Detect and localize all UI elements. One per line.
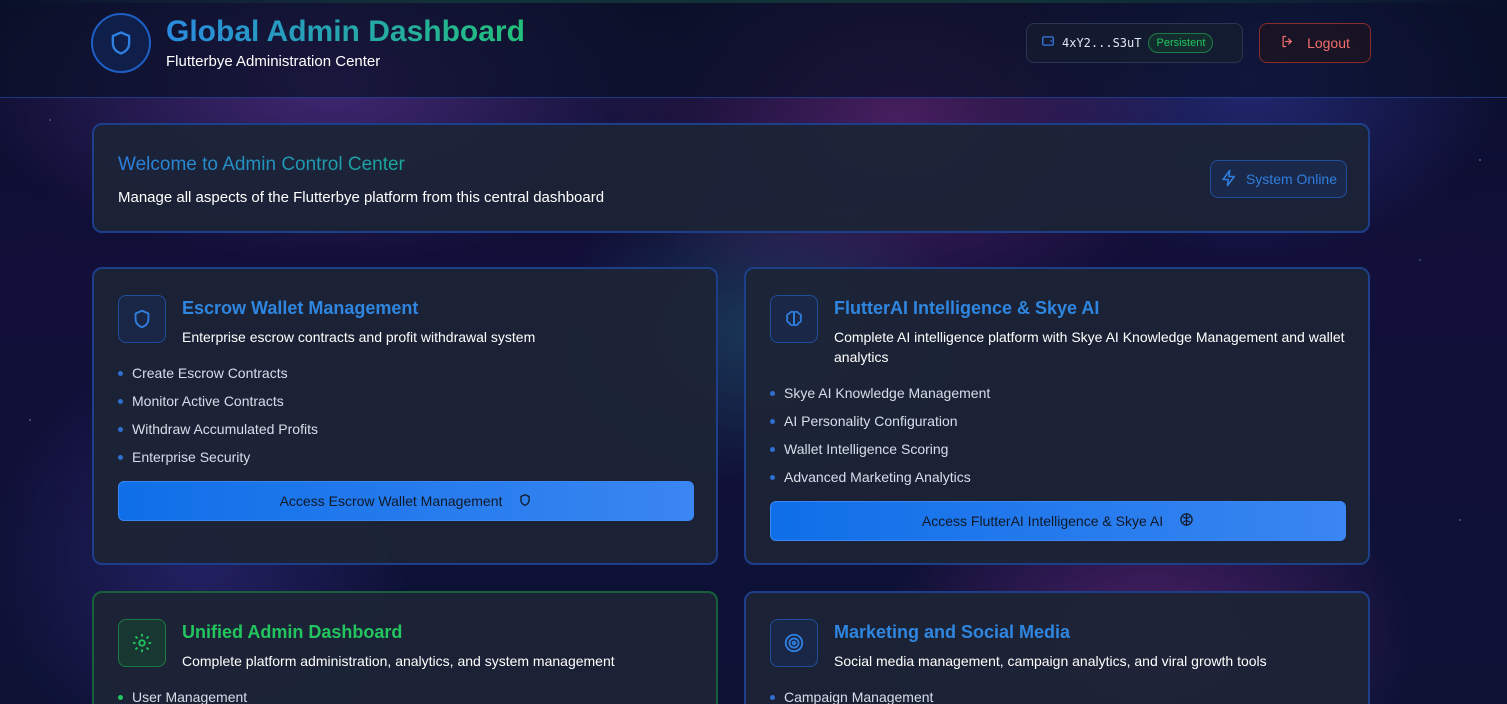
brain-icon xyxy=(770,295,818,343)
card-unified-admin: Unified Admin Dashboard Complete platfor… xyxy=(92,591,718,704)
access-flutterai-button[interactable]: Access FlutterAI Intelligence & Skye AI xyxy=(770,501,1346,541)
card-description: Complete AI intelligence platform with S… xyxy=(834,329,1345,365)
feature-item: User Management xyxy=(118,687,247,704)
action-label: Access Escrow Wallet Management xyxy=(279,493,503,509)
welcome-panel: Welcome to Admin Control Center Manage a… xyxy=(92,123,1370,233)
feature-list: Create Escrow Contracts Monitor Active C… xyxy=(118,363,318,475)
access-escrow-button[interactable]: Access Escrow Wallet Management xyxy=(118,481,694,521)
feature-item: Campaign Management xyxy=(770,687,933,704)
welcome-title: Welcome to Admin Control Center xyxy=(118,154,405,175)
wallet-icon xyxy=(1041,34,1055,53)
feature-item: Create Escrow Contracts xyxy=(118,363,318,391)
action-label: Access FlutterAI Intelligence & Skye AI xyxy=(921,513,1164,529)
shield-icon xyxy=(118,295,166,343)
feature-item: Monitor Active Contracts xyxy=(118,391,318,419)
feature-item: Withdraw Accumulated Profits xyxy=(118,419,318,447)
welcome-description: Manage all aspects of the Flutterbye pla… xyxy=(118,189,605,206)
target-icon xyxy=(770,619,818,667)
card-title: FlutterAI Intelligence & Skye AI xyxy=(834,298,1100,318)
wallet-indicator[interactable]: 4xY2...S3uT Persistent xyxy=(1026,23,1243,63)
feature-item: Advanced Marketing Analytics xyxy=(770,467,990,495)
feature-list: User Management xyxy=(118,687,247,704)
card-escrow-wallet: Escrow Wallet Management Enterprise escr… xyxy=(92,267,718,565)
lightning-icon xyxy=(1220,169,1238,190)
feature-list: Skye AI Knowledge Management AI Personal… xyxy=(770,383,990,495)
system-online-label: System Online xyxy=(1245,171,1338,187)
page-subtitle: Flutterbye Administration Center xyxy=(166,53,381,70)
logout-label: Logout xyxy=(1307,35,1350,51)
card-marketing-social: Marketing and Social Media Social media … xyxy=(744,591,1370,704)
card-title: Escrow Wallet Management xyxy=(182,298,419,318)
shield-logo-icon xyxy=(91,13,151,73)
brain-icon xyxy=(1179,512,1194,530)
card-flutterai: FlutterAI Intelligence & Skye AI Complet… xyxy=(744,267,1370,565)
logout-icon xyxy=(1280,34,1295,52)
feature-list: Campaign Management xyxy=(770,687,933,704)
top-header: Global Admin Dashboard Flutterbye Admini… xyxy=(0,0,1507,98)
wallet-address: 4xY2...S3uT xyxy=(1062,36,1142,50)
feature-item: AI Personality Configuration xyxy=(770,411,990,439)
card-description: Enterprise escrow contracts and profit w… xyxy=(182,329,536,345)
card-title: Unified Admin Dashboard xyxy=(182,622,403,642)
feature-item: Wallet Intelligence Scoring xyxy=(770,439,990,467)
system-online-status[interactable]: System Online xyxy=(1210,160,1347,198)
logout-button[interactable]: Logout xyxy=(1259,23,1371,63)
gear-icon xyxy=(118,619,166,667)
card-description: Social media management, campaign analyt… xyxy=(834,653,1267,669)
card-title: Marketing and Social Media xyxy=(834,622,1071,642)
persistent-badge: Persistent xyxy=(1148,33,1214,53)
feature-item: Enterprise Security xyxy=(118,447,318,475)
page-title: Global Admin Dashboard xyxy=(166,15,525,48)
feature-item: Skye AI Knowledge Management xyxy=(770,383,990,411)
shield-icon xyxy=(518,493,532,510)
card-description: Complete platform administration, analyt… xyxy=(182,653,615,669)
